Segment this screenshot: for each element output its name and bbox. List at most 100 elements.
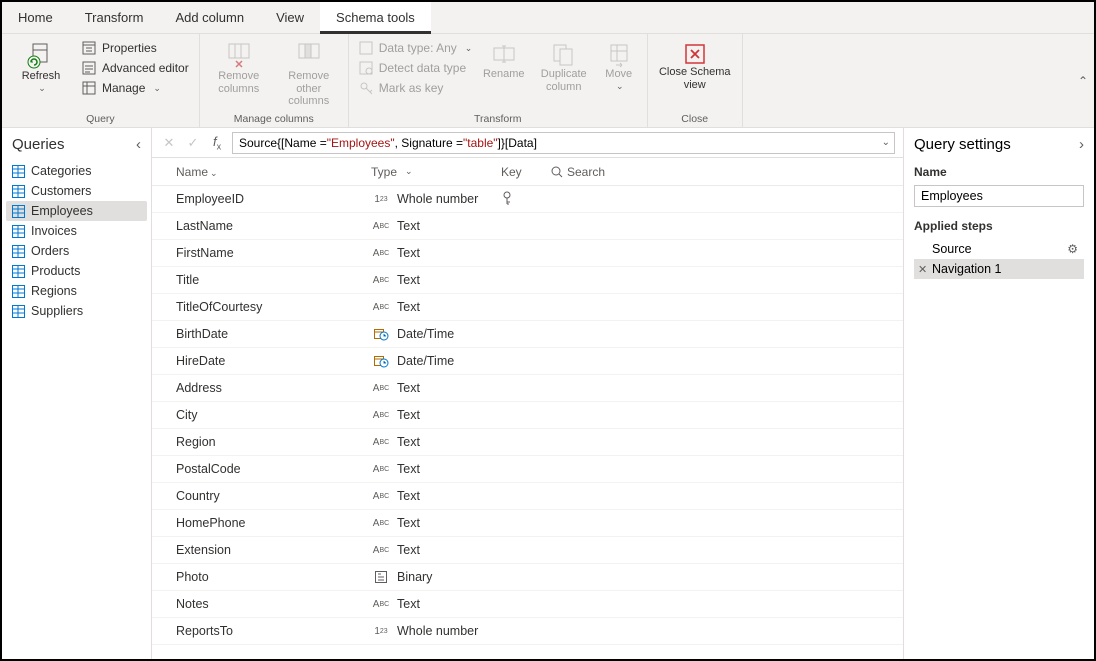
fx-icon[interactable]: fx: [208, 134, 226, 152]
schema-header: Name⌄ Type⌄ Key Search: [152, 158, 903, 186]
schema-row[interactable]: AddressABCText: [152, 375, 903, 402]
table-icon: [12, 285, 25, 298]
step-label: Source: [932, 242, 972, 256]
column-type: ABCText: [371, 516, 501, 530]
mark-key-button[interactable]: Mark as key: [355, 78, 473, 98]
col-header-type[interactable]: Type: [371, 165, 397, 179]
schema-row[interactable]: RegionABCText: [152, 429, 903, 456]
schema-row[interactable]: PostalCodeABCText: [152, 456, 903, 483]
search-input[interactable]: Search: [567, 165, 605, 179]
query-item-categories[interactable]: Categories: [6, 161, 147, 181]
schema-row[interactable]: BirthDateDate/Time: [152, 321, 903, 348]
tab-transform[interactable]: Transform: [69, 2, 160, 33]
ribbon-group-transform: Data type: Any ⌄ Detect data type Mark a…: [349, 34, 648, 127]
column-name: FirstName: [176, 246, 371, 260]
query-item-customers[interactable]: Customers: [6, 181, 147, 201]
manage-button[interactable]: Manage ⌄: [78, 78, 193, 98]
tab-add-column[interactable]: Add column: [159, 2, 260, 33]
query-item-regions[interactable]: Regions: [6, 281, 147, 301]
column-type: ABCText: [371, 273, 501, 287]
text-icon: ABC: [371, 518, 391, 529]
column-name: Extension: [176, 543, 371, 557]
delete-step-button[interactable]: ✕: [918, 263, 927, 276]
text-icon: ABC: [371, 221, 391, 232]
cancel-formula-button[interactable]: ✕: [160, 135, 178, 151]
formula-expand-button[interactable]: ⌄: [882, 137, 890, 148]
tab-view[interactable]: View: [260, 2, 320, 33]
tab-home[interactable]: Home: [2, 2, 69, 33]
gear-icon[interactable]: ⚙: [1067, 242, 1078, 256]
text-icon: ABC: [371, 275, 391, 286]
text-icon: ABC: [371, 383, 391, 394]
text-icon: ABC: [371, 599, 391, 610]
remove-other-columns-button[interactable]: Remove other columns: [276, 38, 342, 111]
column-type: ABCText: [371, 489, 501, 503]
schema-rows[interactable]: EmployeeID123Whole numberLastNameABCText…: [152, 186, 903, 659]
data-type-button[interactable]: Data type: Any ⌄: [355, 38, 473, 58]
manage-icon: [82, 81, 96, 95]
remove-columns-button[interactable]: Remove columns: [206, 38, 272, 111]
column-name: ReportsTo: [176, 624, 371, 638]
query-item-products[interactable]: Products: [6, 261, 147, 281]
schema-row[interactable]: HireDateDate/Time: [152, 348, 903, 375]
column-name: Photo: [176, 570, 371, 584]
column-type: ABCText: [371, 246, 501, 260]
duplicate-button[interactable]: Duplicate column: [535, 38, 593, 111]
close-schema-button[interactable]: Close Schema view: [654, 38, 736, 111]
properties-button[interactable]: Properties: [78, 38, 193, 58]
schema-row[interactable]: FirstNameABCText: [152, 240, 903, 267]
column-name: Address: [176, 381, 371, 395]
whole-number-icon: 123: [371, 194, 391, 205]
detect-type-button[interactable]: Detect data type: [355, 58, 473, 78]
col-header-name[interactable]: Name: [176, 165, 208, 179]
schema-row[interactable]: ExtensionABCText: [152, 537, 903, 564]
schema-row[interactable]: TitleOfCourtesyABCText: [152, 294, 903, 321]
column-type: Date/Time: [371, 354, 501, 368]
move-label: Move: [605, 68, 632, 81]
rename-button[interactable]: Rename: [477, 38, 531, 111]
properties-icon: [82, 41, 96, 55]
ribbon-collapse-button[interactable]: ⌃: [1078, 74, 1088, 88]
close-icon: [683, 42, 707, 66]
formula-input[interactable]: Source{[Name = "Employees", Signature = …: [232, 132, 895, 154]
query-name-input[interactable]: [914, 185, 1084, 207]
formula-text: , Signature =: [395, 136, 463, 150]
query-item-orders[interactable]: Orders: [6, 241, 147, 261]
collapse-queries-button[interactable]: ‹: [136, 136, 141, 153]
chevron-down-icon: ⌄: [210, 168, 218, 178]
schema-row[interactable]: CityABCText: [152, 402, 903, 429]
advanced-editor-button[interactable]: Advanced editor: [78, 58, 193, 78]
column-name: Notes: [176, 597, 371, 611]
search-icon: [551, 166, 563, 178]
commit-formula-button[interactable]: ✓: [184, 135, 202, 151]
key-icon: [359, 81, 373, 95]
schema-row[interactable]: NotesABCText: [152, 591, 903, 618]
chevron-down-icon: ⌄: [405, 166, 413, 177]
column-name: LastName: [176, 219, 371, 233]
step-navigation-1[interactable]: ✕Navigation 1: [914, 259, 1084, 279]
tab-schema-tools[interactable]: Schema tools: [320, 2, 431, 34]
step-source[interactable]: Source ⚙: [914, 239, 1084, 259]
table-icon: [12, 225, 25, 238]
advanced-editor-label: Advanced editor: [102, 61, 189, 75]
schema-row[interactable]: ReportsTo123Whole number: [152, 618, 903, 645]
chevron-down-icon: ⌄: [616, 81, 624, 91]
schema-row[interactable]: EmployeeID123Whole number: [152, 186, 903, 213]
query-item-employees[interactable]: Employees: [6, 201, 147, 221]
collapse-settings-button[interactable]: ›: [1079, 136, 1084, 153]
query-item-invoices[interactable]: Invoices: [6, 221, 147, 241]
text-icon: ABC: [371, 410, 391, 421]
move-button[interactable]: Move ⌄: [597, 38, 641, 111]
schema-row[interactable]: CountryABCText: [152, 483, 903, 510]
schema-row[interactable]: PhotoBinary: [152, 564, 903, 591]
schema-row[interactable]: TitleABCText: [152, 267, 903, 294]
text-icon: ABC: [371, 302, 391, 313]
chevron-down-icon: ⌄: [465, 43, 473, 54]
column-name: Region: [176, 435, 371, 449]
mark-key-label: Mark as key: [379, 81, 444, 95]
query-item-suppliers[interactable]: Suppliers: [6, 301, 147, 321]
column-name: HireDate: [176, 354, 371, 368]
schema-row[interactable]: LastNameABCText: [152, 213, 903, 240]
schema-row[interactable]: HomePhoneABCText: [152, 510, 903, 537]
refresh-button[interactable]: Refresh ⌄: [8, 38, 74, 111]
